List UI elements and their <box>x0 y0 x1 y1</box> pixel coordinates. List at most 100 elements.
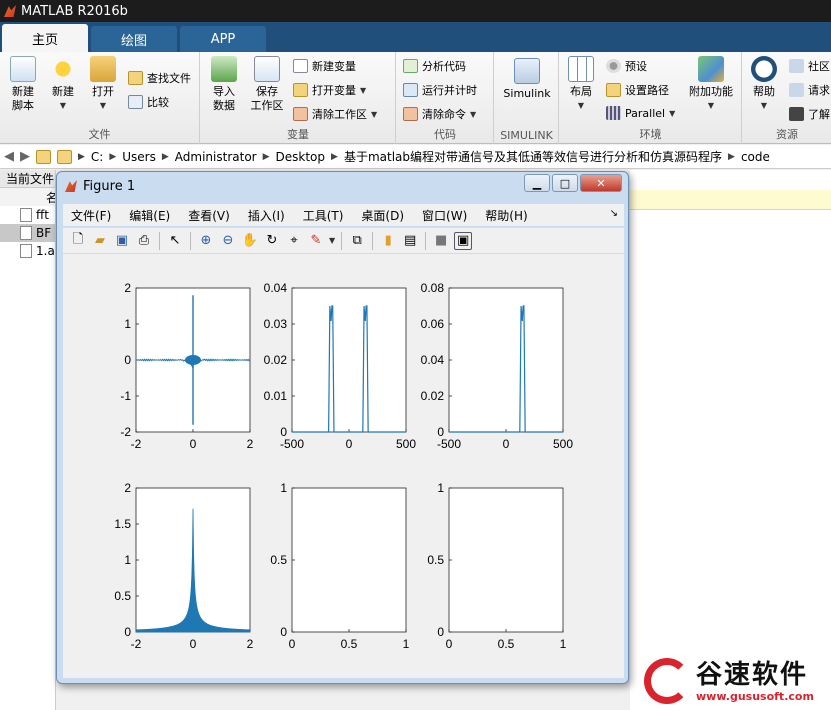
breadcrumb-item[interactable]: Desktop <box>276 150 326 164</box>
chevron-right-icon: ▶ <box>161 151 169 162</box>
preferences-button[interactable]: 预设 <box>606 58 647 74</box>
request-support-button[interactable]: 请求 <box>789 82 830 98</box>
help-button[interactable]: 帮助 ▼ <box>749 56 779 113</box>
y-tick-label: 0.5 <box>427 553 444 567</box>
analyze-code-button[interactable]: 分析代码 <box>403 58 466 74</box>
save-icon[interactable]: ▣ <box>113 232 131 250</box>
new-script-button[interactable]: 新建 脚本 <box>6 56 40 113</box>
simulink-button[interactable]: Simulink <box>501 58 553 101</box>
pointer-icon[interactable]: ↖ <box>166 232 184 250</box>
zoom-out-icon[interactable]: ⊖ <box>219 232 237 250</box>
open-variable-button[interactable]: 打开变量 ▼ <box>293 82 366 98</box>
new-button[interactable]: 新建 ▼ <box>46 56 80 113</box>
open-file-icon[interactable]: ▰ <box>91 232 109 250</box>
tab-home[interactable]: 主页 <box>2 24 88 52</box>
layout-button[interactable]: 布局 ▼ <box>566 56 596 113</box>
file-list-item[interactable]: BF <box>0 224 55 242</box>
x-tick-label: 0 <box>190 637 197 651</box>
breadcrumb-item[interactable]: code <box>741 150 770 164</box>
menu-window[interactable]: 窗口(W) <box>422 207 467 224</box>
breadcrumb-item[interactable]: 基于matlab编程对带通信号及其低通等效信号进行分析和仿真源码程序 <box>344 148 722 165</box>
menu-view[interactable]: 查看(V) <box>188 207 230 224</box>
new-variable-icon <box>293 59 308 73</box>
x-tick-label: -2 <box>131 637 142 651</box>
column-header-name[interactable]: 名 <box>0 188 55 206</box>
new-script-icon <box>10 56 36 82</box>
legend-icon[interactable]: ▤ <box>401 232 419 250</box>
group-file: 新建 脚本 新建 ▼ 打开 ▼ 查找文件 比较 文件 <box>0 52 200 144</box>
find-files-button[interactable]: 查找文件 <box>128 70 191 86</box>
run-and-time-button[interactable]: 运行并计时 <box>403 82 477 98</box>
axes-box <box>448 487 564 633</box>
file-list-item[interactable]: 1.a <box>0 242 55 260</box>
zoom-in-icon[interactable]: ⊕ <box>197 232 215 250</box>
compare-button[interactable]: 比较 <box>128 94 169 110</box>
menu-help[interactable]: 帮助(H) <box>485 207 527 224</box>
layout-icon <box>568 56 594 82</box>
new-figure-icon[interactable]: 🗋 <box>69 232 87 250</box>
y-tick-label: 0 <box>437 625 444 639</box>
chevron-down-icon[interactable]: ▼ <box>329 236 335 245</box>
y-tick-label: 2 <box>124 481 131 495</box>
file-list-item[interactable]: fft <box>0 206 55 224</box>
breadcrumb-item[interactable]: Users <box>122 150 156 164</box>
close-button[interactable]: ✕ <box>580 174 622 192</box>
learn-button[interactable]: 了解 <box>789 106 830 122</box>
show-plot-tools-icon[interactable]: ▣ <box>454 231 473 250</box>
folder-up-icon[interactable] <box>36 149 51 164</box>
brush-icon[interactable]: ✎ <box>307 232 325 250</box>
clear-workspace-button[interactable]: 清除工作区 ▼ <box>293 106 377 122</box>
data-cursor-icon[interactable]: ⌖ <box>285 232 303 250</box>
link-plot-icon[interactable]: ⧉ <box>348 232 366 250</box>
minimize-button[interactable]: ▁ <box>524 174 550 192</box>
clear-workspace-icon <box>293 107 308 121</box>
menu-edit[interactable]: 编辑(E) <box>129 207 170 224</box>
new-variable-button[interactable]: 新建变量 <box>293 58 356 74</box>
menu-tools[interactable]: 工具(T) <box>303 207 344 224</box>
x-tick-label: -500 <box>280 437 304 451</box>
group-simulink: Simulink SIMULINK <box>495 52 559 144</box>
y-tick-label: 0.04 <box>264 281 288 295</box>
colorbar-icon[interactable]: ▮ <box>379 232 397 250</box>
chevron-right-icon: ▶ <box>728 151 735 162</box>
group-variable: 导入 数据 保存 工作区 新建变量 打开变量 ▼ 清除工作区 ▼ 变量 <box>201 52 396 144</box>
x-tick-label: 0 <box>190 437 197 451</box>
addons-button[interactable]: 附加功能 ▼ <box>688 56 734 113</box>
browse-folder-icon[interactable] <box>57 149 72 164</box>
y-tick-label: 0 <box>437 425 444 439</box>
hide-plot-tools-icon[interactable]: ■ <box>432 232 450 250</box>
rotate-3d-icon[interactable]: ↻ <box>263 232 281 250</box>
app-titlebar: MATLAB R2016b <box>0 0 831 22</box>
set-path-button[interactable]: 设置路径 <box>606 82 669 98</box>
menu-desktop[interactable]: 桌面(D) <box>361 207 404 224</box>
import-data-button[interactable]: 导入 数据 <box>207 56 241 113</box>
x-tick-label: 1 <box>403 637 410 651</box>
clear-commands-button[interactable]: 清除命令 ▼ <box>403 106 476 122</box>
tab-apps[interactable]: APP <box>180 26 266 52</box>
m-file-icon <box>20 208 32 222</box>
dock-arrow-icon[interactable]: ↘ <box>610 208 618 219</box>
series-line <box>185 355 201 365</box>
maximize-button[interactable]: □ <box>552 174 578 192</box>
back-arrow-icon[interactable]: ◀ <box>4 149 14 164</box>
parallel-button[interactable]: Parallel ▼ <box>606 106 675 120</box>
y-tick-label: 0 <box>124 353 131 367</box>
x-tick-label: 0.5 <box>498 637 515 651</box>
y-tick-label: 0.02 <box>421 389 445 403</box>
open-button[interactable]: 打开 ▼ <box>86 56 120 113</box>
y-tick-label: -2 <box>120 425 131 439</box>
pan-hand-icon[interactable]: ✋ <box>241 232 259 250</box>
x-tick-label: -2 <box>131 437 142 451</box>
breadcrumb-item[interactable]: Administrator <box>175 150 257 164</box>
breadcrumb-item[interactable]: C: <box>91 150 103 164</box>
print-icon[interactable]: ⎙ <box>135 232 153 250</box>
save-workspace-button[interactable]: 保存 工作区 <box>247 56 287 113</box>
figure-canvas[interactable]: -2 0 2 2 1 0 -1 -2 -500 0 500 0.04 0.03 0.02 0.01 0 -500… <box>63 254 624 678</box>
axes-box <box>291 287 407 433</box>
forward-arrow-icon[interactable]: ▶ <box>20 149 30 164</box>
community-button[interactable]: 社区 <box>789 58 830 74</box>
command-window-area[interactable] <box>630 170 831 710</box>
menu-insert[interactable]: 插入(I) <box>248 207 285 224</box>
tab-plots[interactable]: 绘图 <box>91 26 177 52</box>
menu-file[interactable]: 文件(F) <box>71 207 111 224</box>
